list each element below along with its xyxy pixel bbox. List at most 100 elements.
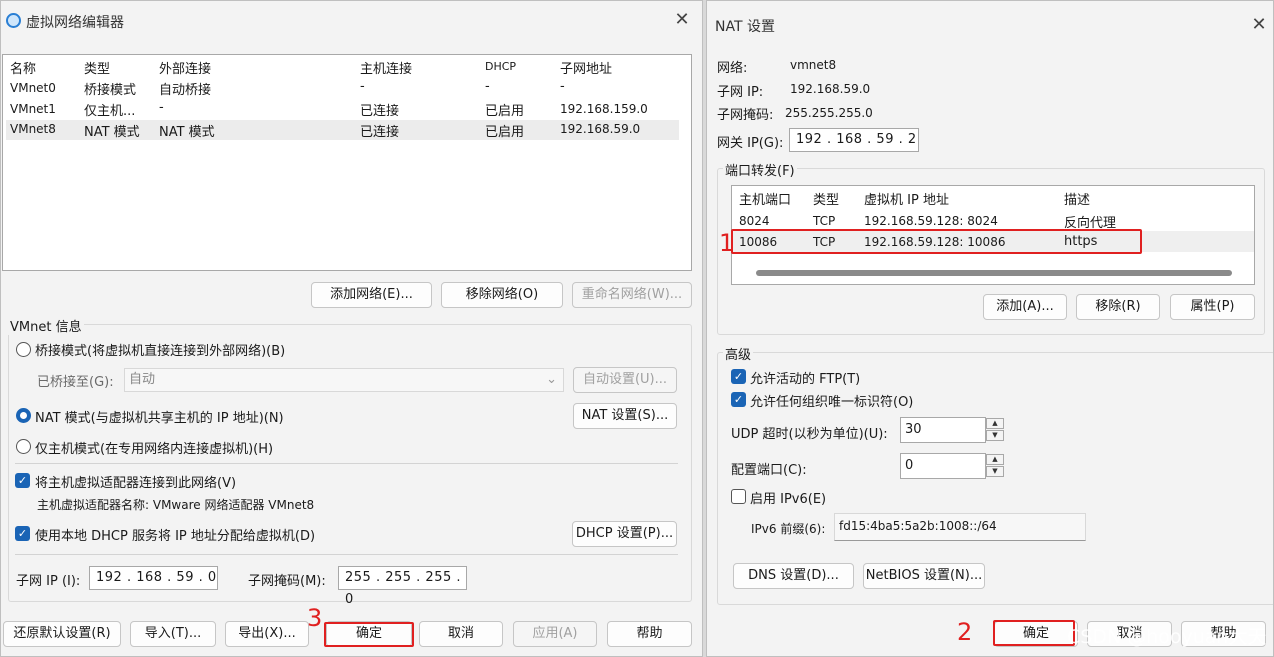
bridge-mode-radio[interactable] bbox=[16, 342, 31, 357]
cell-name: VMnet0 bbox=[10, 81, 56, 95]
col-header-subnet[interactable]: 子网地址 bbox=[560, 58, 612, 77]
network-label: 网络: bbox=[717, 61, 748, 76]
subnet-ip-value: 192.168.59.0 bbox=[790, 82, 871, 96]
cell-external: - bbox=[159, 100, 164, 115]
network-list[interactable]: 名称 类型 外部连接 主机连接 DHCP 子网地址 VMnet0 桥接模式 自动… bbox=[2, 54, 692, 271]
spin-up-icon[interactable]: ▲ bbox=[986, 454, 1004, 465]
restore-defaults-button[interactable]: 还原默认设置(R) bbox=[3, 621, 121, 647]
subnet-ip-label: 子网 IP (I): bbox=[16, 574, 81, 589]
col-header-external[interactable]: 外部连接 bbox=[159, 58, 211, 77]
col-header-name[interactable]: 名称 bbox=[10, 58, 36, 77]
close-icon[interactable]: ✕ bbox=[670, 9, 694, 33]
nat-settings-button[interactable]: NAT 设置(S)... bbox=[573, 403, 677, 429]
allow-ftp-checkbox[interactable]: ✓ bbox=[731, 369, 746, 384]
cell-external: 自动桥接 bbox=[159, 83, 212, 98]
properties-button[interactable]: 属性(P) bbox=[1170, 294, 1255, 320]
title-bar: NAT 设置 ✕ bbox=[707, 1, 1273, 39]
spin-up-icon[interactable]: ▲ bbox=[986, 418, 1004, 429]
ipv6-prefix-label: IPv6 前缀(6): bbox=[751, 522, 826, 536]
host-only-label[interactable]: 仅主机模式(在专用网络内连接虚拟机)(H) bbox=[35, 438, 273, 457]
col-header-host[interactable]: 主机连接 bbox=[360, 58, 412, 77]
cell-type: 仅主机... bbox=[84, 104, 136, 119]
udp-timeout-input[interactable]: 30 bbox=[900, 417, 986, 443]
subnet-ip-label: 子网 IP: bbox=[717, 85, 764, 100]
annotation-number-3: 3 bbox=[307, 604, 323, 632]
add-button[interactable]: 添加(A)... bbox=[983, 294, 1067, 320]
annotation-box-2 bbox=[993, 620, 1075, 646]
horizontal-scrollbar[interactable] bbox=[756, 270, 1232, 276]
use-dhcp-label[interactable]: 使用本地 DHCP 服务将 IP 地址分配给虚拟机(D) bbox=[35, 525, 315, 544]
subnet-ip-input[interactable]: 192 . 168 . 59 . 0 bbox=[89, 566, 218, 590]
network-value: vmnet8 bbox=[790, 58, 837, 72]
cell-dhcp: - bbox=[485, 79, 490, 94]
annotation-number-2: 2 bbox=[957, 618, 973, 646]
annotation-number-1: 1 bbox=[719, 229, 735, 257]
allow-ftp-label[interactable]: 允许活动的 FTP(T) bbox=[750, 368, 860, 387]
network-globe-icon bbox=[6, 13, 21, 28]
nat-mode-radio[interactable] bbox=[16, 408, 31, 423]
ipv6-prefix-input[interactable]: fd15:4ba5:5a2b:1008::/64 bbox=[834, 513, 1086, 541]
close-icon[interactable]: ✕ bbox=[1247, 14, 1271, 38]
chevron-down-icon: ⌄ bbox=[546, 372, 557, 387]
col-header-type[interactable]: 类型 bbox=[84, 58, 110, 77]
config-port-input[interactable]: 0 bbox=[900, 453, 986, 479]
connect-host-adapter-checkbox[interactable]: ✓ bbox=[15, 473, 30, 488]
import-button[interactable]: 导入(T)... bbox=[130, 621, 216, 647]
csdn-watermark: CSDN @hooyuan大天 bbox=[1067, 626, 1267, 648]
spin-down-icon[interactable]: ▼ bbox=[986, 466, 1004, 477]
cell-external: NAT 模式 bbox=[159, 125, 215, 140]
gateway-input[interactable]: 192 . 168 . 59 . 2 bbox=[789, 128, 919, 152]
cell-dhcp: 已启用 bbox=[485, 125, 525, 140]
rename-network-button[interactable]: 重命名网络(W)... bbox=[572, 282, 692, 308]
col-header-host-port[interactable]: 主机端口 bbox=[739, 189, 791, 208]
col-header-vm-ip[interactable]: 虚拟机 IP 地址 bbox=[864, 189, 949, 208]
cancel-button[interactable]: 取消 bbox=[419, 621, 503, 647]
divider bbox=[15, 554, 678, 555]
virtual-network-editor-window: 虚拟网络编辑器 ✕ 名称 类型 外部连接 主机连接 DHCP 子网地址 VMne… bbox=[0, 0, 703, 657]
subnet-mask-input[interactable]: 255 . 255 . 255 . 0 bbox=[338, 566, 467, 607]
enable-ipv6-checkbox[interactable] bbox=[731, 489, 746, 504]
host-adapter-name: 主机虚拟适配器名称: VMware 网络适配器 VMnet8 bbox=[37, 498, 315, 512]
col-header-description[interactable]: 描述 bbox=[1064, 189, 1090, 208]
cell-type: NAT 模式 bbox=[84, 125, 140, 140]
bridge-mode-label[interactable]: 桥接模式(将虚拟机直接连接到外部网络)(B) bbox=[35, 340, 285, 359]
apply-button[interactable]: 应用(A) bbox=[513, 621, 597, 647]
use-dhcp-checkbox[interactable]: ✓ bbox=[15, 526, 30, 541]
spin-down-icon[interactable]: ▼ bbox=[986, 430, 1004, 441]
host-only-radio[interactable] bbox=[16, 439, 31, 454]
cell-host: - bbox=[360, 79, 365, 94]
gateway-label: 网关 IP(G): bbox=[717, 136, 784, 151]
connect-host-adapter-label[interactable]: 将主机虚拟适配器连接到此网络(V) bbox=[35, 472, 236, 491]
ipv6-prefix-value: fd15:4ba5:5a2b:1008::/64 bbox=[839, 519, 997, 533]
cell-subnet: 192.168.159.0 bbox=[560, 102, 648, 116]
cell-vm-ip: 192.168.59.128: 8024 bbox=[864, 214, 998, 228]
cell-host-port: 8024 bbox=[739, 214, 770, 228]
window-title: 虚拟网络编辑器 bbox=[26, 15, 124, 31]
allow-org-id-checkbox[interactable]: ✓ bbox=[731, 392, 746, 407]
subnet-mask-label: 子网掩码: bbox=[717, 108, 774, 123]
cell-host: 已连接 bbox=[360, 104, 400, 119]
nat-mode-label[interactable]: NAT 模式(与虚拟机共享主机的 IP 地址)(N) bbox=[35, 407, 284, 426]
cell-type: 桥接模式 bbox=[84, 83, 137, 98]
netbios-settings-button[interactable]: NetBIOS 设置(N)... bbox=[863, 563, 985, 589]
add-network-button[interactable]: 添加网络(E)... bbox=[311, 282, 432, 308]
help-button[interactable]: 帮助 bbox=[607, 621, 692, 647]
remove-network-button[interactable]: 移除网络(O) bbox=[441, 282, 563, 308]
col-header-dhcp[interactable]: DHCP bbox=[485, 60, 516, 73]
auto-settings-button[interactable]: 自动设置(U)... bbox=[573, 367, 677, 393]
nat-settings-window: NAT 设置 ✕ 网络: vmnet8 子网 IP: 192.168.59.0 … bbox=[706, 0, 1274, 657]
remove-button[interactable]: 移除(R) bbox=[1076, 294, 1160, 320]
allow-org-id-label[interactable]: 允许任何组织唯一标识符(O) bbox=[750, 391, 913, 410]
col-header-type[interactable]: 类型 bbox=[813, 189, 839, 208]
enable-ipv6-label[interactable]: 启用 IPv6(E) bbox=[750, 488, 826, 507]
dns-settings-button[interactable]: DNS 设置(D)... bbox=[733, 563, 854, 589]
title-bar: 虚拟网络编辑器 ✕ bbox=[1, 1, 702, 39]
dhcp-settings-button[interactable]: DHCP 设置(P)... bbox=[572, 521, 677, 547]
bridged-to-select[interactable]: 自动 ⌄ bbox=[124, 368, 564, 392]
export-button[interactable]: 导出(X)... bbox=[225, 621, 309, 647]
cell-subnet: - bbox=[560, 79, 565, 94]
subnet-mask-value: 255.255.255.0 bbox=[785, 106, 873, 120]
port-forwarding-label: 端口转发(F) bbox=[723, 160, 797, 179]
cell-type: TCP bbox=[813, 214, 836, 228]
divider bbox=[15, 463, 678, 464]
